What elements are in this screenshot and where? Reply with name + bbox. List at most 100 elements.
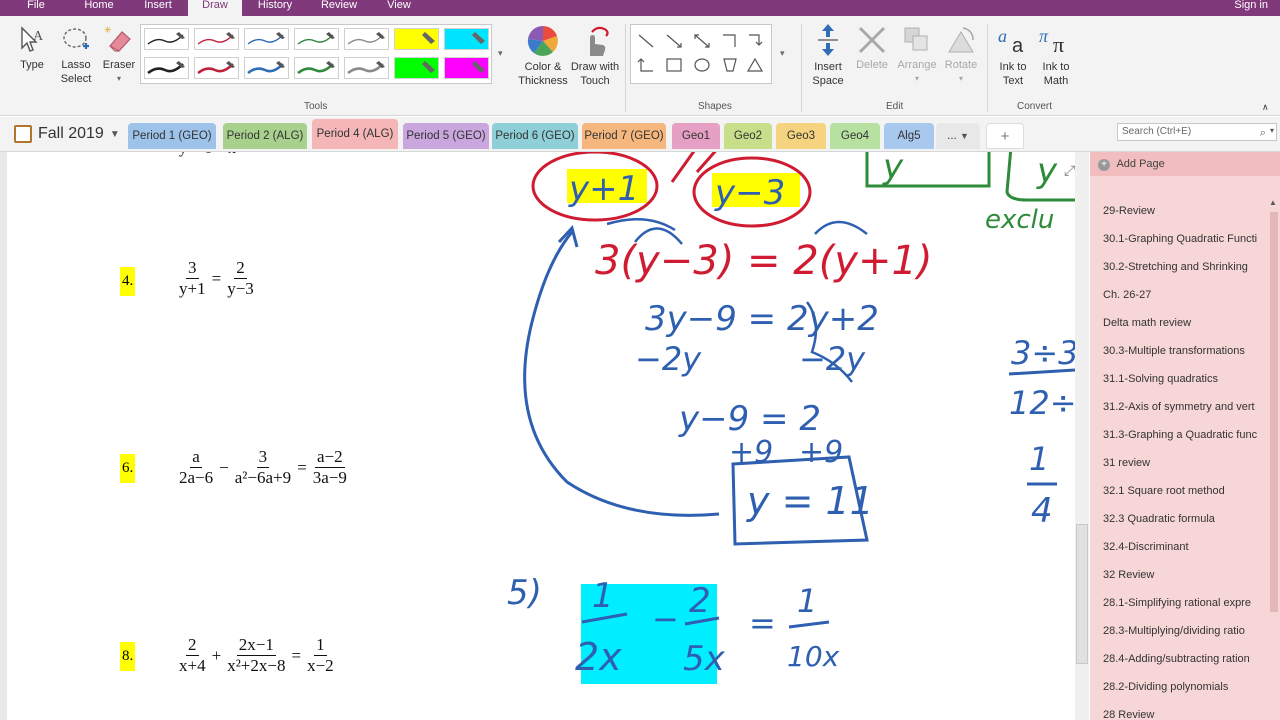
page-item[interactable]: Delta math review <box>1090 309 1268 337</box>
section-tab[interactable]: Period 5 (GEO) <box>403 123 489 149</box>
collapse-ribbon-icon[interactable]: ∧ <box>1262 100 1269 114</box>
section-tab[interactable]: Geo3 <box>776 123 826 149</box>
highlighter-yellow[interactable] <box>394 28 439 50</box>
page-list-scrollbar[interactable]: ▲ <box>1268 196 1280 720</box>
delete-button[interactable]: Delete <box>851 24 893 72</box>
pen-green-thick[interactable] <box>294 57 339 79</box>
add-section-button[interactable]: + <box>986 123 1024 149</box>
search-input[interactable]: Search (Ctrl+E) ⌕ <box>1117 123 1277 141</box>
page-item[interactable]: 28.3-Multiplying/dividing ratio <box>1090 617 1268 645</box>
section-tab[interactable]: Period 7 (GEO) <box>582 123 666 149</box>
page-item[interactable]: 31.1-Solving quadratics <box>1090 365 1268 393</box>
ink-p5-denominator: 10x <box>787 640 840 673</box>
pen-black-thin[interactable] <box>144 28 189 50</box>
ink-green-y: y <box>882 152 904 187</box>
page-item[interactable]: 28.4-Adding/subtracting ration <box>1090 645 1268 673</box>
eraser-dropdown-icon[interactable]: ▾ <box>98 72 140 86</box>
page-item[interactable]: 28 Review <box>1090 701 1268 720</box>
notebook-icon <box>14 125 32 143</box>
pen-stroke-icon <box>347 61 385 75</box>
ink-to-math-label-1: Ink to <box>1042 61 1070 73</box>
page-item[interactable]: Ch. 26-27 <box>1090 281 1268 309</box>
arrange-dropdown-icon: ▾ <box>914 74 919 83</box>
page-item[interactable]: 31.2-Axis of symmetry and vert <box>1090 393 1268 421</box>
menu-draw[interactable]: Draw <box>188 0 242 16</box>
page-item[interactable]: 31 review <box>1090 449 1268 477</box>
ink-to-text-button[interactable]: a a Ink to Text <box>992 22 1034 88</box>
page-item[interactable]: 30.3-Multiple transformations <box>1090 337 1268 365</box>
page-item[interactable]: 28.1-Simplifying rational expre <box>1090 589 1268 617</box>
arrange-button[interactable]: Arrange ▾ <box>894 24 940 86</box>
ink-p5-denominator: 5x <box>683 639 726 679</box>
section-tab[interactable]: Period 6 (GEO) <box>492 123 578 149</box>
highlighter-green[interactable] <box>394 57 439 79</box>
sign-in-link[interactable]: Sign in <box>1234 0 1268 13</box>
page-item[interactable]: 32 Review <box>1090 561 1268 589</box>
page-list-scrollbar-thumb[interactable] <box>1270 212 1278 612</box>
shapes-icons <box>637 34 764 72</box>
shapes-gallery-more-icon[interactable]: ▾ <box>780 48 785 59</box>
rectangle-shape-icon <box>666 58 682 72</box>
hand-draw-icon <box>590 26 609 56</box>
pen-gallery-more-icon[interactable]: ▾ <box>498 48 503 59</box>
expand-page-icon[interactable]: ⤢ <box>1064 162 1075 179</box>
rotate-button[interactable]: Rotate ▾ <box>940 24 982 86</box>
ink-right-one: 1 <box>1029 440 1049 478</box>
pen-blue-thick[interactable] <box>244 57 289 79</box>
scroll-up-icon[interactable]: ▲ <box>1269 198 1277 207</box>
highlighter-cyan[interactable] <box>444 28 489 50</box>
pen-green-thin[interactable] <box>294 28 339 50</box>
page-item[interactable]: 32.1 Square root method <box>1090 477 1268 505</box>
more-sections-button[interactable]: ... ▼ <box>936 123 980 149</box>
ink-exclude: exclu <box>985 205 1054 235</box>
pen-stroke-icon <box>247 32 285 45</box>
page-item[interactable]: 30.1-Graphing Quadratic Functi <box>1090 225 1268 253</box>
type-button[interactable]: A Type <box>12 24 52 72</box>
search-dropdown-icon[interactable]: ▾ <box>1270 126 1274 135</box>
page-item[interactable]: 31.3-Graphing a Quadratic func <box>1090 421 1268 449</box>
color-thickness-button[interactable]: Color & Thickness <box>515 24 571 88</box>
menu-review[interactable]: Review <box>314 0 364 16</box>
svg-text:π: π <box>1039 26 1049 46</box>
menu-insert[interactable]: Insert <box>134 0 182 16</box>
section-tab[interactable]: Geo4 <box>830 123 880 149</box>
page-item[interactable]: 29-Review <box>1090 197 1268 225</box>
insert-space-button[interactable]: Insert Space <box>806 22 850 88</box>
section-bar: Fall 2019 ▼ Period 1 (GEO) Period 2 (ALG… <box>0 117 1280 152</box>
section-tab-active[interactable]: Period 4 (ALG) <box>312 119 398 149</box>
section-tab[interactable]: Geo1 <box>672 123 720 149</box>
section-tab[interactable]: Alg5 <box>884 123 934 149</box>
section-tab[interactable]: Geo2 <box>724 123 772 149</box>
notebook-selector[interactable]: Fall 2019 ▼ <box>14 125 120 143</box>
pen-blue-thin[interactable] <box>244 28 289 50</box>
page-item[interactable]: 32.3 Quadratic formula <box>1090 505 1268 533</box>
highlighter-magenta[interactable] <box>444 57 489 79</box>
pen-red-thin[interactable] <box>194 28 239 50</box>
pen-black-thick[interactable] <box>144 57 189 79</box>
pen-gray-thin[interactable] <box>344 28 389 50</box>
pen-gray-thick[interactable] <box>344 57 389 79</box>
ink-to-math-button[interactable]: π π Ink to Math <box>1035 22 1077 88</box>
draw-with-touch-button[interactable]: Draw with Touch <box>568 24 622 88</box>
menu-file[interactable]: File <box>18 0 54 16</box>
add-page-button[interactable]: + Add Page <box>1090 152 1280 176</box>
canvas-scrollbar-thumb[interactable] <box>1076 524 1088 664</box>
menu-history[interactable]: History <box>250 0 300 16</box>
canvas-scrollbar[interactable] <box>1075 152 1089 720</box>
page-item[interactable]: 28.2-Dividing polynomials <box>1090 673 1268 701</box>
pen-red-thick[interactable] <box>194 57 239 79</box>
section-tab[interactable]: Period 1 (GEO) <box>128 123 216 149</box>
page-item[interactable]: 30.2-Stretching and Shrinking <box>1090 253 1268 281</box>
search-placeholder: Search (Ctrl+E) <box>1122 126 1192 137</box>
svg-text:π: π <box>1053 32 1064 57</box>
menu-home[interactable]: Home <box>76 0 122 16</box>
lasso-select-button[interactable]: Lasso Select <box>56 24 96 86</box>
search-icon[interactable]: ⌕ <box>1260 125 1266 141</box>
page-item[interactable]: 32.4-Discriminant <box>1090 533 1268 561</box>
menu-view[interactable]: View <box>378 0 420 16</box>
section-tab[interactable]: Period 2 (ALG) <box>223 123 307 149</box>
shapes-gallery <box>630 24 772 84</box>
eraser-button[interactable]: ✳ Eraser ▾ <box>98 24 140 86</box>
page-canvas[interactable]: y − 6 x 4. 3y+1 = 2y−3 6. a2a−6 − 3a²−6a… <box>7 152 1075 720</box>
blue-arc-ink <box>814 220 868 235</box>
